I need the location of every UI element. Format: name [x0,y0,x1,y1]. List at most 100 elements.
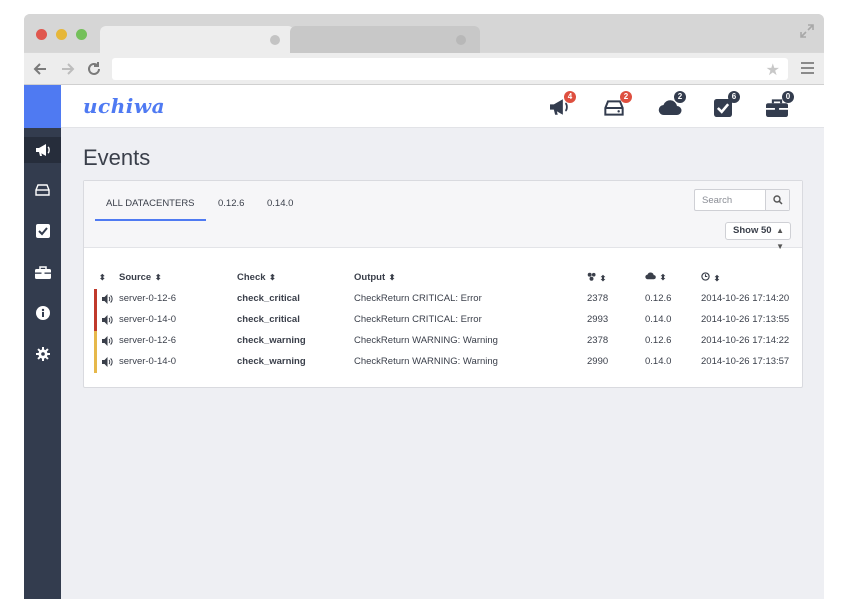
row-output: CheckReturn CRITICAL: Error [354,293,482,304]
checks-count-badge: 6 [728,91,740,103]
check-column-header[interactable]: Check ⬍ [237,272,276,283]
row-check[interactable]: check_critical [237,314,300,325]
search-input[interactable] [695,190,767,210]
sidebar-item-stashes[interactable] [24,259,61,285]
output-header-label: Output [354,272,386,283]
datacenter-column-header[interactable]: ⬍ [645,272,666,283]
speaker-icon[interactable] [102,315,113,325]
info-icon [35,306,50,320]
sort-icon: ⬍ [99,273,106,282]
header-checks-button[interactable]: 6 [714,91,740,119]
row-output: CheckReturn CRITICAL: Error [354,314,482,325]
row-source[interactable]: server-0-14-0 [119,314,176,325]
row-occurrences: 2990 [587,356,609,367]
maximize-window-button[interactable] [76,29,87,40]
sidebar-item-settings[interactable] [24,341,61,367]
table-row[interactable]: server-0-14-0 check_critical CheckReturn… [94,310,794,331]
page-size-label: Show 50 [733,225,772,236]
row-check[interactable]: check_critical [237,293,300,304]
reload-icon[interactable] [86,61,102,77]
sort-icon: ⬍ [713,274,721,283]
megaphone-icon [35,144,50,156]
header-stashes-button[interactable]: 0 [766,91,794,119]
occurrences-column-header[interactable]: ⬍ [587,272,606,284]
browser-window: ★ uchiwa 4 2 2 6 0 Events ALL DATACENTER… [24,14,824,599]
back-arrow-icon[interactable] [32,61,48,77]
row-source[interactable]: server-0-14-0 [119,356,176,367]
row-source[interactable]: server-0-12-6 [119,335,176,346]
minimize-window-button[interactable] [56,29,67,40]
page-size-select[interactable]: Show 50 ▲ ▼ [725,222,791,251]
page-title: Events [83,145,151,170]
row-check[interactable]: check_warning [237,356,306,367]
speaker-icon[interactable] [102,357,113,367]
row-datacenter: 0.14.0 [645,314,672,325]
source-header-label: Source [119,272,152,283]
row-source[interactable]: server-0-12-6 [119,293,176,304]
select-caret-icon: ▲ ▼ [776,226,784,251]
tab-close-icon[interactable] [456,35,466,45]
toolbox-icon [34,265,51,279]
speaker-icon[interactable] [102,294,113,304]
sort-icon: ⬍ [269,273,276,282]
sort-status-header[interactable]: ⬍ [98,272,106,283]
sidebar-brand-block [24,85,61,128]
warning-status-bar [94,352,97,373]
row-occurrences: 2378 [587,293,609,304]
tab-datacenter-0-14-0[interactable]: 0.14.0 [267,198,293,218]
datacenters-count-badge: 2 [674,91,686,103]
search-button[interactable] [765,190,789,210]
source-column-header[interactable]: Source ⬍ [119,272,162,283]
bookmark-star-icon[interactable]: ★ [766,60,780,80]
tab-all-datacenters[interactable]: ALL DATACENTERS [95,198,206,221]
critical-status-bar [94,310,97,331]
table-row[interactable]: server-0-12-6 check_warning CheckReturn … [94,331,794,352]
events-panel: ALL DATACENTERS 0.12.6 0.14.0 Show 50 ▲▼ [83,180,803,388]
table-row[interactable]: server-0-12-6 check_critical CheckReturn… [94,289,794,310]
browser-tab-active[interactable] [100,26,294,53]
search-box [694,189,790,211]
sidebar-item-events[interactable] [24,137,61,163]
stashes-count-badge: 0 [782,91,794,103]
sidebar-item-info[interactable] [24,300,61,326]
speaker-icon[interactable] [102,336,113,346]
row-occurrences: 2378 [587,335,609,346]
close-window-button[interactable] [36,29,47,40]
sidebar-item-clients[interactable] [24,177,61,203]
address-bar[interactable]: ★ [112,58,788,80]
header-datacenters-button[interactable]: 2 [658,91,686,119]
clock-icon [701,272,710,281]
sidebar-item-checks[interactable] [24,218,61,244]
search-icon [772,195,783,205]
clients-count-badge: 2 [620,91,632,103]
row-datacenter: 0.12.6 [645,335,672,346]
sidebar [24,85,61,599]
row-timestamp: 2014-10-26 17:13:55 [701,314,790,325]
uchiwa-logo[interactable]: uchiwa [83,94,165,118]
uchiwa-app: uchiwa 4 2 2 6 0 Events ALL DATACENTERS … [24,85,824,599]
events-count-badge: 4 [564,91,576,103]
tab-datacenter-0-12-6[interactable]: 0.12.6 [218,198,244,218]
output-column-header[interactable]: Output ⬍ [354,272,395,283]
tab-close-icon[interactable] [270,35,280,45]
browser-tab-inactive[interactable] [290,26,480,53]
browser-menu-icon[interactable] [801,62,814,74]
header-events-button[interactable]: 4 [548,91,576,119]
row-timestamp: 2014-10-26 17:14:22 [701,335,790,346]
browser-titlebar [24,14,824,53]
timestamp-column-header[interactable]: ⬍ [701,272,720,284]
row-timestamp: 2014-10-26 17:13:57 [701,356,790,367]
sort-icon: ⬍ [154,273,162,282]
header-clients-button[interactable]: 2 [604,91,632,119]
table-row[interactable]: server-0-14-0 check_warning CheckReturn … [94,352,794,373]
row-timestamp: 2014-10-26 17:14:20 [701,293,790,304]
row-output: CheckReturn WARNING: Warning [354,356,498,367]
row-datacenter: 0.14.0 [645,356,672,367]
forward-arrow-icon[interactable] [60,61,76,77]
fullscreen-icon[interactable] [800,24,814,38]
server-icon [604,100,624,116]
row-output: CheckReturn WARNING: Warning [354,335,498,346]
row-check[interactable]: check_warning [237,335,306,346]
sort-icon: ⬍ [659,273,667,282]
row-occurrences: 2993 [587,314,609,325]
